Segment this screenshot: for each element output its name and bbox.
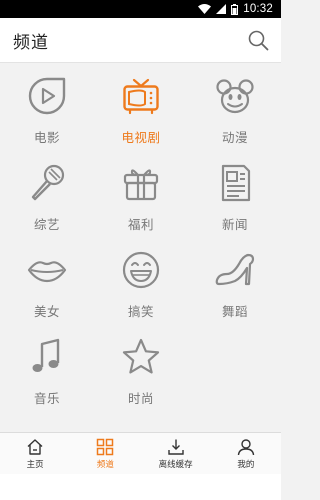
channel-dance[interactable]: 舞蹈: [188, 236, 282, 323]
user-icon: [237, 438, 255, 455]
channel-label: 福利: [127, 217, 154, 232]
channel-fashion[interactable]: 时尚: [94, 323, 188, 410]
nav-label: 离线缓存: [158, 459, 193, 470]
channel-label: 新闻: [221, 217, 248, 232]
bottom-nav: 主页 频道 离线缓存 我的: [0, 432, 281, 474]
channel-welfare[interactable]: 福利: [94, 149, 188, 236]
channel-beauty[interactable]: 美女: [0, 236, 94, 323]
channel-anime[interactable]: 动漫: [188, 62, 282, 149]
nav-home[interactable]: 主页: [0, 433, 70, 474]
home-icon: [27, 438, 43, 455]
channel-label: 综艺: [33, 217, 60, 232]
newspaper-icon: [221, 164, 251, 202]
channel-label: 电影: [33, 130, 60, 145]
smiley-icon: [122, 251, 160, 289]
status-bar: 10:32: [0, 0, 281, 18]
star-icon: [122, 338, 160, 374]
nav-offline-cache[interactable]: 离线缓存: [141, 433, 211, 474]
channel-label: 时尚: [127, 391, 154, 406]
nav-label: 主页: [26, 459, 44, 470]
channel-funny[interactable]: 搞笑: [94, 236, 188, 323]
channel-label: 舞蹈: [221, 304, 248, 319]
microphone-icon: [31, 164, 65, 201]
channel-label: 搞笑: [127, 304, 154, 319]
channel-label: 电视剧: [121, 130, 161, 145]
grid-icon: [97, 438, 114, 455]
tv-icon: [123, 78, 159, 115]
channel-label: 美女: [33, 304, 60, 319]
signal-icon: [216, 4, 227, 14]
channel-label: 动漫: [221, 130, 248, 145]
channel-grid: 电影 电视剧 动漫 综艺 福利 新闻 美女 搞笑 舞蹈 音乐 时尚: [0, 62, 281, 410]
status-time: 10:32: [243, 3, 273, 15]
nav-label: 我的: [237, 459, 255, 470]
search-button[interactable]: [247, 29, 269, 51]
channel-variety[interactable]: 综艺: [0, 149, 94, 236]
lips-icon: [27, 261, 67, 283]
nav-channels[interactable]: 频道: [70, 433, 140, 474]
page-title: 频道: [13, 32, 49, 53]
channel-label: 音乐: [33, 391, 60, 406]
channel-movie[interactable]: 电影: [0, 62, 94, 149]
nav-label: 频道: [96, 459, 114, 470]
search-icon: [248, 30, 268, 50]
battery-icon: [231, 3, 239, 15]
title-bar: 频道: [0, 18, 281, 62]
nav-mine[interactable]: 我的: [211, 433, 281, 474]
download-icon: [167, 439, 184, 455]
system-nav-area: [0, 474, 281, 500]
mouse-head-icon: [216, 79, 254, 114]
high-heel-icon: [215, 253, 255, 286]
channel-tv-series[interactable]: 电视剧: [94, 62, 188, 149]
channel-music[interactable]: 音乐: [0, 323, 94, 410]
play-circle-icon: [28, 77, 66, 115]
wifi-icon: [198, 4, 212, 14]
channel-news[interactable]: 新闻: [188, 149, 282, 236]
gift-icon: [123, 169, 159, 201]
music-note-icon: [32, 338, 60, 372]
